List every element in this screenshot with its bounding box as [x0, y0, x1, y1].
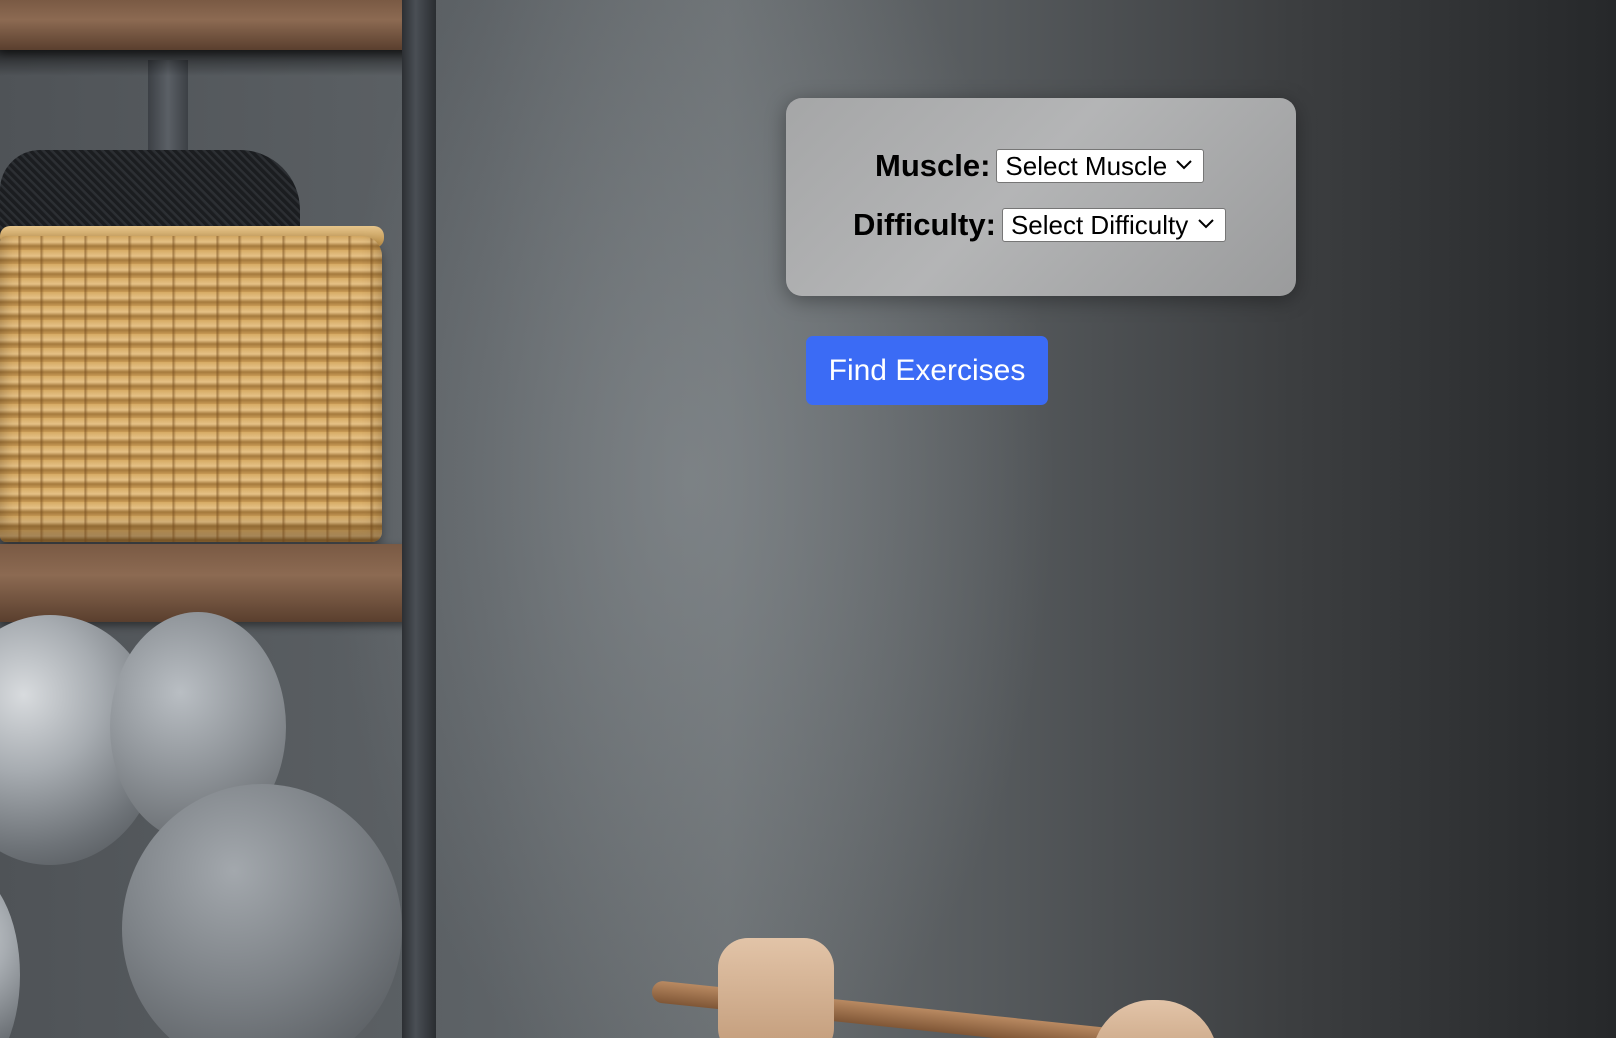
wicker-basket [0, 236, 382, 542]
chevron-down-icon [1176, 160, 1193, 170]
muscle-label: Muscle: [875, 148, 991, 183]
difficulty-label: Difficulty: [853, 207, 996, 242]
muscle-select[interactable]: Select Muscle [996, 149, 1205, 183]
difficulty-select-value: Select Difficulty [1010, 209, 1189, 240]
shelf-shadow [0, 50, 410, 76]
chevron-down-icon [1198, 219, 1214, 229]
difficulty-select[interactable]: Select Difficulty [1001, 208, 1226, 242]
exercise-ball [0, 870, 20, 1038]
shelf-board-middle [0, 544, 410, 622]
wooden-ring [718, 938, 834, 1038]
filter-panel [786, 98, 1296, 296]
wooden-ring [1092, 1000, 1218, 1038]
difficulty-row: Difficulty: Select Difficulty [853, 207, 1226, 243]
shelf-post [402, 0, 436, 1038]
gym-background-photo: Muscle: Select Muscle Difficulty: Select… [0, 0, 1616, 1038]
find-exercises-button[interactable]: Find Exercises [806, 336, 1048, 405]
muscle-select-value: Select Muscle [1005, 150, 1168, 181]
shelf-board-top [0, 0, 410, 50]
muscle-row: Muscle: Select Muscle [875, 148, 1205, 184]
